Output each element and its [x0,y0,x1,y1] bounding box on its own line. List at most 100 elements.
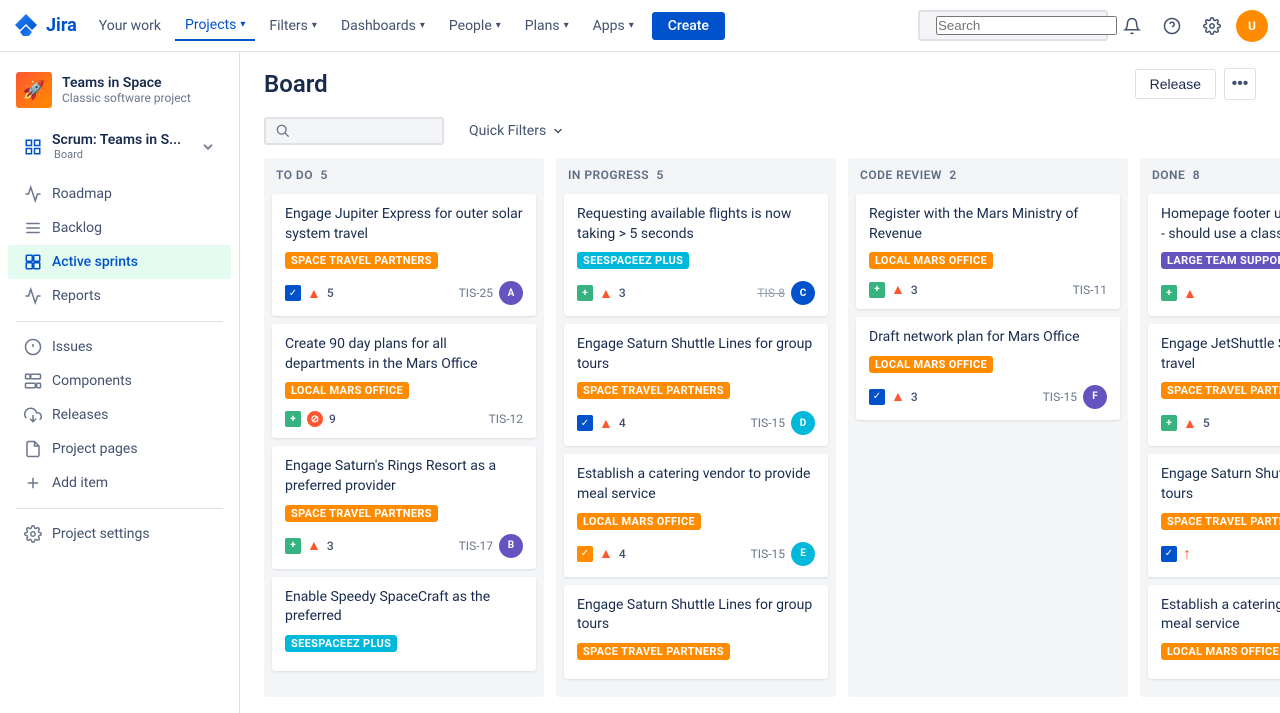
project-pages-label: Project pages [52,441,138,457]
priority-up-icon: ↑ [1183,544,1191,564]
global-search-box[interactable] [918,10,1108,41]
card-footer: + ▲ 3 TIS-17 B [285,534,523,558]
card-count: 9 [329,412,336,426]
card-c3[interactable]: Engage Saturn's Rings Resort as a prefer… [272,446,536,568]
nav-people[interactable]: People ▾ [439,12,511,40]
story-icon: + [869,282,885,298]
card-c5[interactable]: Requesting available flights is now taki… [564,194,828,316]
sidebar-item-scrum[interactable]: Scrum: Teams in S... Board [8,124,231,169]
avatar: A [499,281,523,305]
sidebar-item-issues[interactable]: Issues [8,330,231,364]
card-c12[interactable]: Engage JetShuttle SpaceWays for travel S… [1148,324,1280,446]
card-footer: + ▲ TIS-68 G [1161,281,1280,305]
scrum-label: Scrum: Teams in S... [52,132,181,148]
ticket-id: TIS-17 [459,539,493,553]
column-cards-done: Homepage footer uses an inline style - s… [1140,190,1280,697]
app-logo[interactable]: Jira [12,12,77,40]
grid-icon [24,138,42,156]
avatar: F [1083,385,1107,409]
story-icon: + [577,285,593,301]
more-options-button[interactable]: ••• [1224,68,1256,100]
sidebar-nav-section: Roadmap Backlog Active sprints Reports [0,173,239,555]
card-title: Engage Saturn Shuttle Lines for group to… [577,596,815,635]
card-title: Engage Saturn Shuttle Lines for group to… [577,335,815,374]
card-footer-left: + ▲ 3 [869,281,918,298]
nav-apps[interactable]: Apps ▾ [583,12,644,40]
card-title: Register with the Mars Ministry of Reven… [869,205,1107,244]
card-c14[interactable]: Establish a catering vendor to provide m… [1148,585,1280,679]
card-label: SPACE TRAVEL PARTNERS [285,505,438,522]
card-label: LOCAL MARS OFFICE [1161,643,1280,660]
avatar: E [791,542,815,566]
sidebar-item-releases[interactable]: Releases [8,398,231,432]
nav-dashboards[interactable]: Dashboards ▾ [331,12,435,40]
board-search-box[interactable] [264,117,444,145]
nav-projects[interactable]: Projects ▾ [175,11,255,41]
sidebar-item-add[interactable]: Add item [8,466,231,500]
card-footer-right: TIS-15 E [751,542,815,566]
sidebar-item-components[interactable]: Components [8,364,231,398]
card-c4[interactable]: Enable Speedy SpaceCraft as the preferre… [272,577,536,671]
help-icon [1163,17,1181,35]
project-settings-label: Project settings [52,526,150,542]
avatar: C [791,281,815,305]
card-c11[interactable]: Homepage footer uses an inline style - s… [1148,194,1280,316]
ticket-id: TIS-8 [757,286,785,300]
sidebar-item-active-sprints[interactable]: Active sprints [8,245,231,279]
card-c2[interactable]: Create 90 day plans for all departments … [272,324,536,438]
check-icon: ✓ [1161,546,1177,562]
chevron-down-icon: ▾ [312,20,317,31]
release-button[interactable]: Release [1135,69,1216,99]
notifications-button[interactable] [1116,10,1148,42]
create-button[interactable]: Create [652,12,725,40]
sidebar-item-roadmap[interactable]: Roadmap [8,177,231,211]
search-input[interactable] [936,16,1117,35]
backlog-icon [24,219,42,237]
sidebar-item-project-settings[interactable]: Project settings [8,517,231,551]
column-header-done: DONE 8 [1140,158,1280,190]
card-c8[interactable]: Engage Saturn Shuttle Lines for group to… [564,585,828,679]
board-sublabel: Board [54,148,181,161]
card-title: Draft network plan for Mars Office [869,328,1107,348]
story-icon: + [1161,415,1177,431]
sidebar-item-project-pages[interactable]: Project pages [8,432,231,466]
card-c1[interactable]: Engage Jupiter Express for outer solar s… [272,194,536,316]
column-header-codereview: CODE REVIEW 2 [848,158,1128,190]
card-footer-left: ✓ ↑ [1161,544,1191,564]
card-c10[interactable]: Draft network plan for Mars Office LOCAL… [856,317,1120,420]
nav-your-work[interactable]: Your work [89,12,171,40]
chevron-down-icon: ▾ [564,20,569,31]
card-count: 5 [327,286,334,300]
sidebar-divider-2 [16,508,223,509]
nav-plans[interactable]: Plans ▾ [515,12,579,40]
issues-icon [24,338,42,356]
user-avatar[interactable]: U [1236,10,1268,42]
sidebar-item-backlog[interactable]: Backlog [8,211,231,245]
column-todo: TO DO 5 Engage Jupiter Express for outer… [264,158,544,697]
column-cards-codereview: Register with the Mars Ministry of Reven… [848,190,1128,697]
priority-icon: ▲ [1183,415,1197,432]
card-c6[interactable]: Engage Saturn Shuttle Lines for group to… [564,324,828,446]
card-c13[interactable]: Engage Saturn Shuttle Lines for group to… [1148,454,1280,576]
card-count: 4 [619,416,626,430]
sidebar-project-header: 🚀 Teams in Space Classic software projec… [0,64,239,124]
help-button[interactable] [1156,10,1188,42]
priority-icon: ▲ [307,537,321,554]
card-c7[interactable]: Establish a catering vendor to provide m… [564,454,828,576]
nav-filters[interactable]: Filters ▾ [259,12,327,40]
card-c9[interactable]: Register with the Mars Ministry of Reven… [856,194,1120,309]
sidebar-divider [16,321,223,322]
card-footer-left: ✓ ▲ 5 [285,285,334,302]
ellipsis-icon: ••• [1232,75,1249,93]
sidebar-item-reports[interactable]: Reports [8,279,231,313]
settings-button[interactable] [1196,10,1228,42]
story-icon: + [285,538,301,554]
card-title: Establish a catering vendor to provide m… [1161,596,1280,635]
card-footer-left: ✓ ▲ 4 [577,545,626,562]
card-label: SEESPACEEZ PLUS [285,635,397,652]
board-search-input[interactable] [296,123,416,139]
priority-icon: ▲ [891,281,905,298]
board-toolbar: Quick Filters [240,108,1280,158]
quick-filters-button[interactable]: Quick Filters [456,116,577,146]
check-icon: ✓ [285,285,301,301]
